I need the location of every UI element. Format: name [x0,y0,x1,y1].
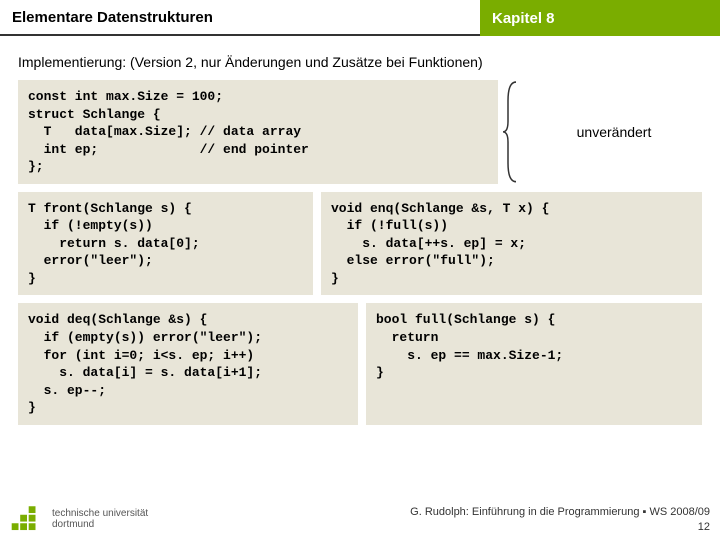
brace-icon [502,80,522,184]
row-deq-full: void deq(Schlange &s) { if (empty(s)) er… [18,303,702,424]
code-full: bool full(Schlange s) { return s. ep == … [366,303,702,424]
header-title-right: Kapitel 8 [480,0,720,36]
footer: technische universität dortmund G. Rudol… [0,504,720,534]
uni-line1: technische universität [52,508,148,519]
unchanged-note: unverändert [506,80,702,184]
footer-right: G. Rudolph: Einführung in die Programmie… [410,505,710,534]
header-title-left: Elementare Datenstrukturen [0,0,480,36]
row-front-enq: T front(Schlange s) { if (!empty(s)) ret… [18,192,702,296]
content-area: Implementierung: (Version 2, nur Änderun… [0,36,720,425]
logo-area: technische universität dortmund [10,504,148,534]
university-name: technische universität dortmund [52,508,148,530]
code-enq: void enq(Schlange &s, T x) { if (!full(s… [321,192,702,296]
row-struct: const int max.Size = 100; struct Schlang… [18,80,702,184]
credit-line: G. Rudolph: Einführung in die Programmie… [410,505,710,519]
uni-line2: dortmund [52,519,148,530]
page-number: 12 [410,520,710,534]
code-struct: const int max.Size = 100; struct Schlang… [18,80,498,184]
tu-logo-icon [10,504,44,534]
unchanged-label: unverändert [577,124,652,140]
code-front: T front(Schlange s) { if (!empty(s)) ret… [18,192,313,296]
code-deq: void deq(Schlange &s) { if (empty(s)) er… [18,303,358,424]
subtitle: Implementierung: (Version 2, nur Änderun… [18,54,702,70]
header: Elementare Datenstrukturen Kapitel 8 [0,0,720,36]
